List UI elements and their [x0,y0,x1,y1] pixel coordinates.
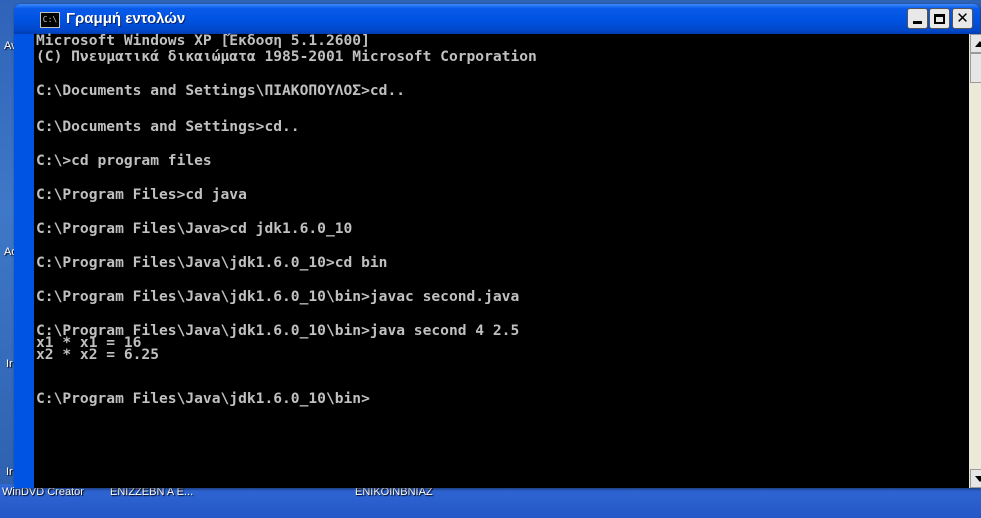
window-titlebar[interactable]: C:\ Γραμμή εντολών ✕ [14,4,980,34]
minimize-icon [913,21,922,24]
desktop-lower-strip: WinDVD Creator ENIZZEBN A E... ENIKOINBN… [0,484,981,518]
console-output[interactable]: Microsoft Windows XP [Έκδοση 5.1.2600] (C… [34,32,969,488]
arrow-up-icon [974,40,981,47]
scrollbar-thumb[interactable] [970,53,981,83]
scroll-up-button[interactable] [970,34,981,53]
scroll-down-button[interactable] [970,469,981,488]
vertical-scrollbar[interactable] [969,34,981,488]
console-line: x2 * x2 = 6.25 [36,346,160,363]
desktop-icon-label[interactable]: Ir [6,466,13,478]
maximize-button[interactable] [929,8,950,29]
console-line: C:\Program Files>cd java [36,186,247,203]
console-line: C:\Program Files\Java>cd jdk1.6.0_10 [36,220,353,237]
minimize-button[interactable] [907,8,928,29]
console-line: C:\Documents and Settings>cd.. [36,118,300,135]
console-line: Microsoft Windows XP [Έκδοση 5.1.2600] [36,32,370,49]
console-line: (C) Πνευματικά δικαιώματα 1985-2001 Micr… [36,48,537,65]
command-prompt-window[interactable]: C:\ Γραμμή εντολών ✕ Microsoft Windows X… [14,4,981,488]
console-line: C:\Program Files\Java\jdk1.6.0_10>cd bin [36,254,388,271]
console-line: C:\Program Files\Java\jdk1.6.0_10\bin> [36,390,370,407]
command-prompt-icon[interactable]: C:\ [40,12,60,28]
maximize-icon [934,13,945,24]
desktop-icon-label[interactable]: Ir [6,358,13,370]
close-icon: ✕ [956,9,969,27]
window-title: Γραμμή εντολών [66,10,186,27]
arrow-down-icon [974,475,981,482]
console-line: C:\Documents and Settings\ΠΙΑΚΟΠΟΥΛΟΣ>cd… [36,82,406,99]
close-button[interactable]: ✕ [952,8,973,29]
console-line: C:\>cd program files [36,152,212,169]
console-line: C:\Program Files\Java\jdk1.6.0_10\bin>ja… [36,288,520,305]
